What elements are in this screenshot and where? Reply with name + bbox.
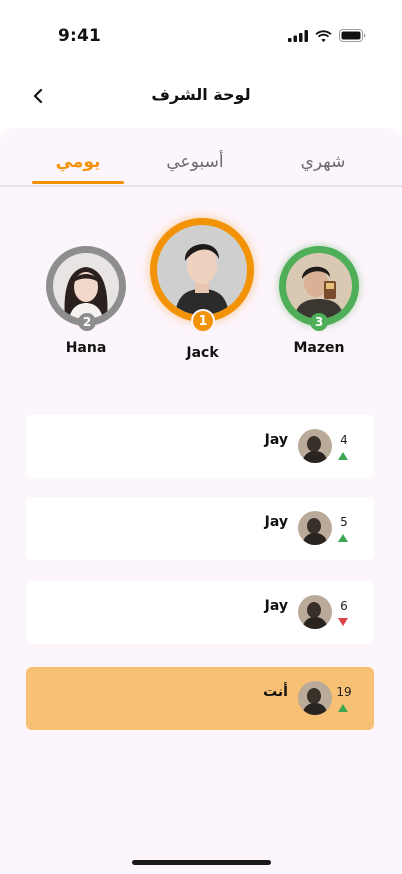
avatar bbox=[298, 595, 332, 629]
row-rank: 4 bbox=[340, 433, 348, 447]
podium-third-place[interactable]: 3 Mazen bbox=[279, 246, 359, 362]
current-user-row[interactable]: أنت 19 bbox=[26, 667, 374, 730]
wifi-icon bbox=[315, 29, 332, 42]
trend-up-icon bbox=[338, 452, 348, 460]
status-icons bbox=[288, 29, 366, 42]
page-title: لوحة الشرف bbox=[151, 85, 251, 104]
row-name: Jay bbox=[264, 514, 288, 530]
rank-badge-third: 3 bbox=[310, 313, 328, 331]
navigation-bar: لوحة الشرف bbox=[0, 72, 402, 126]
podium-name-third: Mazen bbox=[293, 340, 345, 356]
row-rank: 5 bbox=[340, 515, 348, 529]
leaderboard-row[interactable]: Jay 4 bbox=[26, 415, 374, 478]
avatar bbox=[298, 681, 332, 715]
status-bar: 9:41 bbox=[0, 0, 402, 72]
leaderboard-row[interactable]: Jay 6 bbox=[26, 581, 374, 644]
podium-second-place[interactable]: 2 Hana bbox=[46, 246, 126, 362]
active-tab-indicator bbox=[32, 181, 124, 184]
trend-up-icon bbox=[338, 534, 348, 542]
avatar bbox=[53, 253, 119, 319]
avatar bbox=[298, 511, 332, 545]
cellular-signal-icon bbox=[288, 29, 308, 42]
tab-weekly[interactable]: أسبوعي bbox=[145, 152, 245, 172]
trend-down-icon bbox=[338, 618, 348, 626]
period-tabs: شهري أسبوعي يومي bbox=[0, 128, 402, 187]
trend-up-icon bbox=[338, 704, 348, 712]
podium-name-first: Jack bbox=[186, 345, 219, 361]
leaderboard-row[interactable]: Jay 5 bbox=[26, 497, 374, 560]
avatar bbox=[298, 429, 332, 463]
home-indicator bbox=[132, 860, 271, 865]
avatar bbox=[157, 225, 247, 315]
rank-badge-first: 1 bbox=[191, 309, 215, 333]
status-time: 9:41 bbox=[58, 26, 102, 46]
battery-icon bbox=[339, 29, 366, 42]
leaderboard-panel: شهري أسبوعي يومي 2 Hana 1 Jack 3 Mazen J… bbox=[0, 128, 402, 874]
tab-daily[interactable]: يومي bbox=[28, 152, 128, 172]
row-name: Jay bbox=[264, 432, 288, 448]
podium-name-second: Hana bbox=[65, 340, 107, 356]
avatar bbox=[286, 253, 352, 319]
row-name: Jay bbox=[264, 598, 288, 614]
podium-first-place[interactable]: 1 Jack bbox=[150, 218, 255, 364]
tab-monthly[interactable]: شهري bbox=[273, 152, 373, 172]
avatar-ring-first bbox=[150, 218, 254, 322]
row-name: أنت bbox=[263, 684, 288, 700]
row-rank: 19 bbox=[336, 685, 352, 699]
row-rank: 6 bbox=[340, 599, 348, 613]
rank-badge-second: 2 bbox=[78, 313, 96, 331]
